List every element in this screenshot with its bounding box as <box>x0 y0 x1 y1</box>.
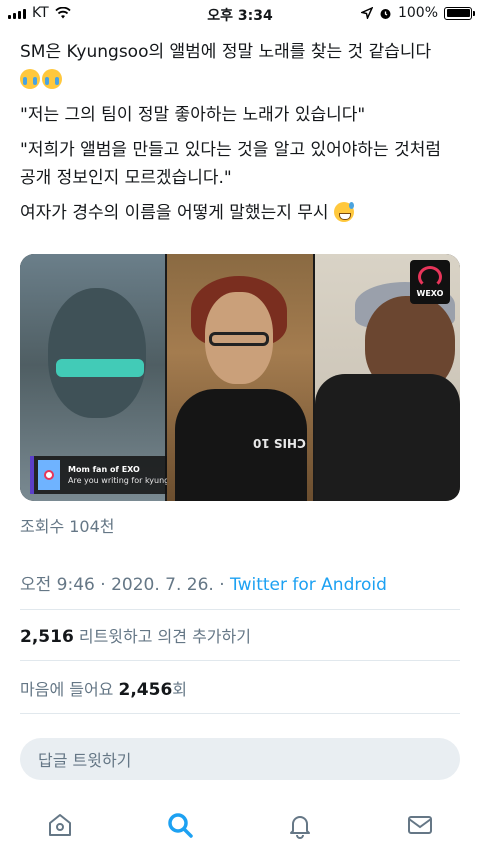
view-count: 조회수 104천 <box>20 517 115 536</box>
home-icon <box>49 814 71 836</box>
video-panel-right: WEXO <box>315 254 460 501</box>
logo-text: WEXO <box>416 289 444 298</box>
source-link[interactable]: Twitter for Android <box>230 575 387 595</box>
video-panel-middle: CHIS 10 <box>167 254 313 501</box>
tweet-line-2: "저는 그의 팀이 정말 좋아하는 노래가 있습니다" <box>20 105 366 125</box>
tab-notifications[interactable] <box>270 805 330 845</box>
tweet-video[interactable]: Mom fan of EXO Are you writing for kyung… <box>20 254 460 501</box>
video-panel-left: Mom fan of EXO Are you writing for kyung… <box>20 254 196 501</box>
divider <box>20 609 460 610</box>
status-bar: KT 오후 3:34 100% <box>0 0 480 30</box>
tweet-line-1: SM은 Kyungsoo의 앨범에 정말 노래를 찾는 것 같습니다 <box>20 38 460 94</box>
envelope-icon <box>408 816 432 834</box>
tweet-timestamp: 오전 9:46 · 2020. 7. 26. · Twitter for And… <box>20 570 387 595</box>
grinning-sweat-face-icon <box>333 202 354 222</box>
reply-input[interactable]: 답글 트윗하기 <box>20 738 460 780</box>
retweets-count: 2,516 <box>20 627 74 647</box>
likes-count: 2,456 <box>118 680 173 700</box>
location-arrow-icon <box>360 7 373 19</box>
tweet-line-3: "저희가 앨범을 만들고 있다는 것을 알고 있어야하는 것처럼 공개 정보인지… <box>20 140 442 188</box>
shirt-print: CHIS 10 <box>253 436 306 450</box>
divider <box>20 660 460 661</box>
tab-home[interactable] <box>30 805 90 845</box>
alarm-icon <box>380 8 391 19</box>
person-body <box>315 374 460 501</box>
retweets-label: 리트윗하고 의견 추가하기 <box>73 627 251 646</box>
likes-suffix: 회 <box>172 680 188 699</box>
periscope-icon <box>38 460 60 490</box>
battery-icon <box>444 6 475 20</box>
glasses-filter <box>56 359 144 377</box>
channel-logo: WEXO <box>410 260 450 304</box>
likes-label: 마음에 들어요 <box>20 680 119 699</box>
loudly-crying-face-icon <box>42 69 62 89</box>
tab-bar <box>0 796 480 854</box>
person-face <box>48 288 146 418</box>
person-glasses <box>209 332 269 346</box>
tweet-line-4: 여자가 경수의 이름을 어떻게 말했는지 무시 <box>20 199 460 227</box>
tab-messages[interactable] <box>390 805 450 845</box>
tab-search[interactable] <box>150 805 210 845</box>
bell-icon <box>290 816 310 839</box>
retweets-stat[interactable]: 2,516 리트윗하고 의견 추가하기 <box>20 623 251 647</box>
battery-percent: 100% <box>397 5 438 21</box>
reply-placeholder: 답글 트윗하기 <box>38 751 132 770</box>
status-right: 100% <box>360 5 475 21</box>
timestamp-text: 오전 9:46 · 2020. 7. 26. · <box>20 575 231 595</box>
divider <box>20 713 460 714</box>
loudly-crying-face-icon <box>20 69 40 89</box>
likes-stat[interactable]: 마음에 들어요 2,456회 <box>20 676 187 700</box>
tweet-text: SM은 Kyungsoo의 앨범에 정말 노래를 찾는 것 같습니다 "저는 그… <box>20 38 460 234</box>
search-icon <box>168 813 193 838</box>
